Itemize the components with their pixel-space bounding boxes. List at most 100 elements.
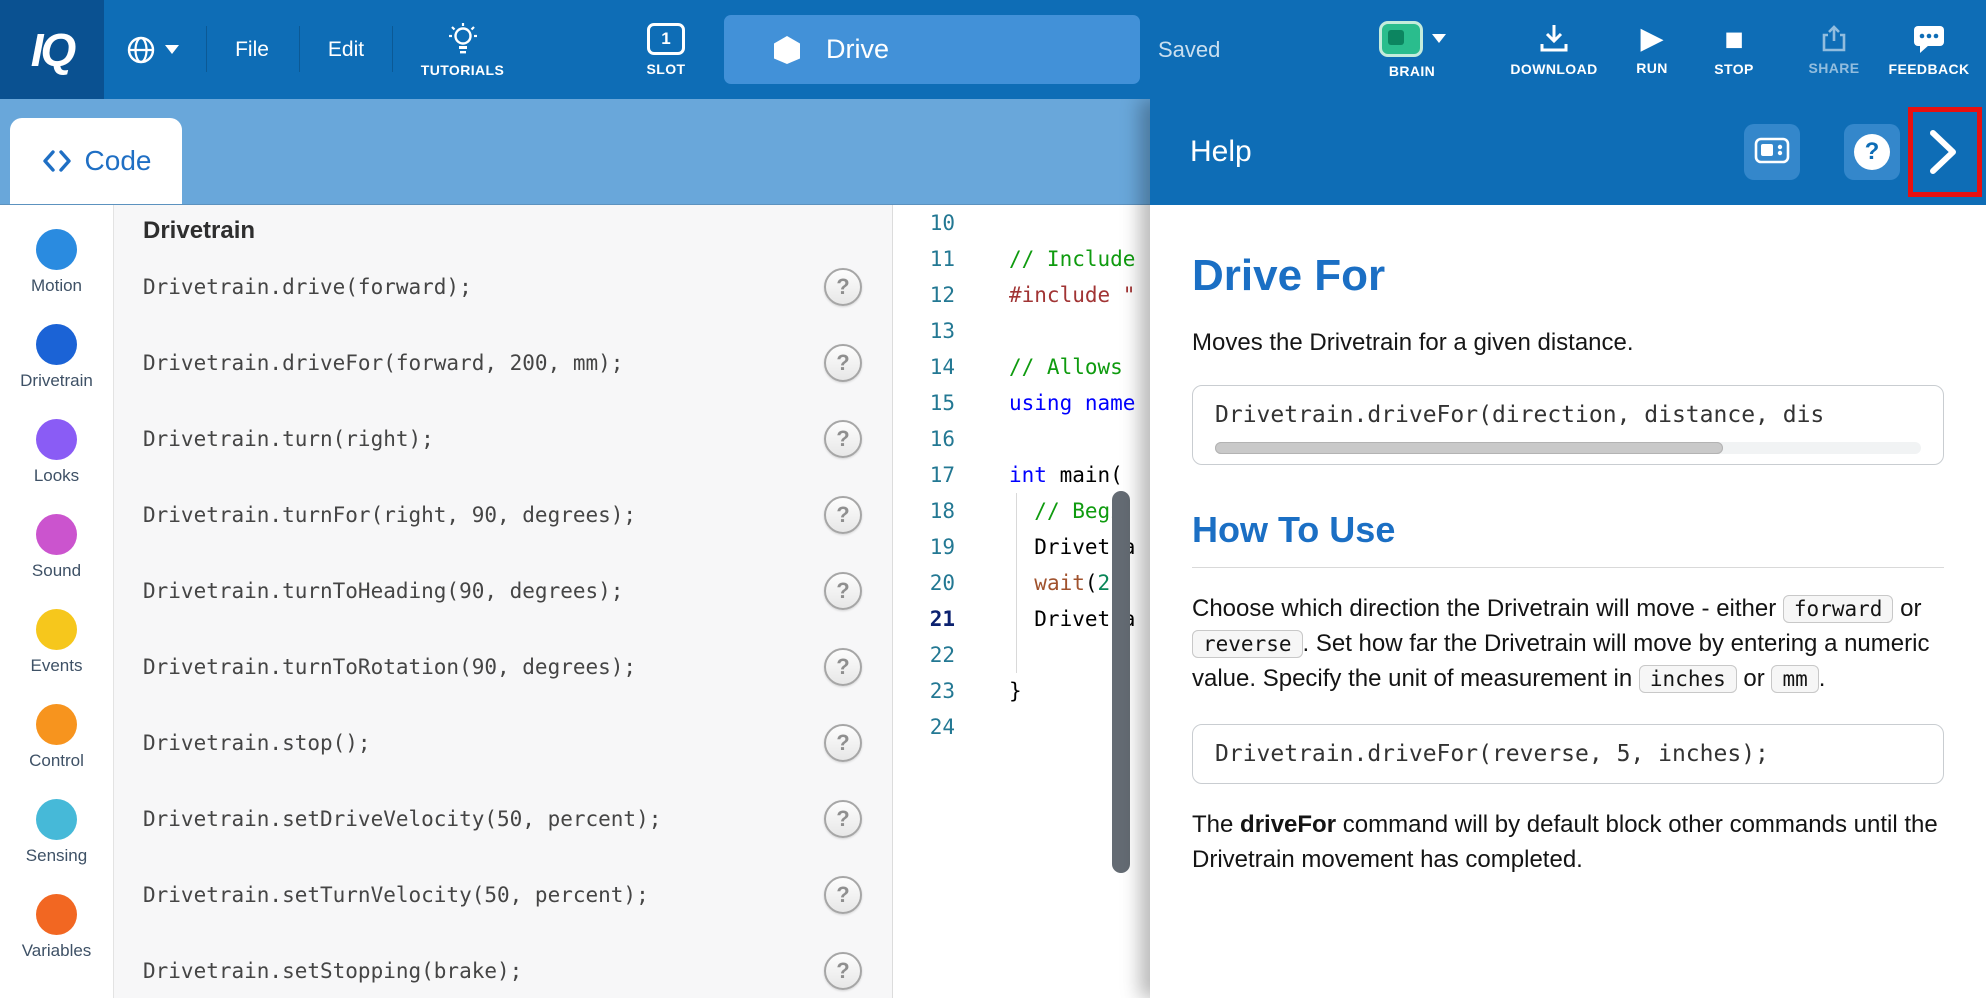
- toolbox-category[interactable]: Motion: [31, 229, 82, 296]
- toolbox-category[interactable]: Sensing: [26, 799, 87, 866]
- command-help-button[interactable]: ?: [824, 268, 862, 306]
- command-row[interactable]: Drivetrain.driveFor(forward, 200, mm); ?: [114, 325, 892, 401]
- category-color-icon[interactable]: [36, 609, 77, 650]
- command-help-button[interactable]: ?: [824, 952, 862, 990]
- command-text[interactable]: Drivetrain.driveFor(forward, 200, mm);: [143, 351, 623, 375]
- project-name: Drive: [826, 34, 889, 65]
- line-code: // Include: [955, 247, 1135, 271]
- slot-button[interactable]: 1 SLOT: [610, 0, 722, 99]
- line-code: // Begi: [955, 499, 1123, 523]
- stop-label: STOP: [1714, 61, 1753, 77]
- horizontal-scrollbar-track[interactable]: [1215, 442, 1921, 454]
- category-label: Control: [29, 751, 84, 771]
- category-label: Looks: [34, 466, 79, 486]
- editor-line: 16: [893, 421, 1150, 457]
- command-help-button[interactable]: ?: [824, 572, 862, 610]
- logo-text: IQ: [31, 23, 74, 77]
- slot-number-icon: 1: [647, 23, 685, 55]
- help-panel-title: Help: [1190, 135, 1700, 169]
- line-number: 16: [893, 427, 955, 451]
- editor-line: 17 int main(: [893, 457, 1150, 493]
- category-color-icon[interactable]: [36, 324, 77, 365]
- command-help-button[interactable]: ?: [824, 420, 862, 458]
- share-label: SHARE: [1808, 60, 1859, 76]
- hexagon-project-icon: [772, 34, 802, 66]
- command-text[interactable]: Drivetrain.drive(forward);: [143, 275, 472, 299]
- brain-screen-icon: [1753, 136, 1791, 168]
- command-row[interactable]: Drivetrain.setStopping(brake); ?: [114, 933, 892, 998]
- project-name-button[interactable]: Drive: [724, 15, 1140, 84]
- category-color-icon[interactable]: [36, 894, 77, 935]
- toolbox-category[interactable]: Drivetrain: [20, 324, 93, 391]
- command-help-button[interactable]: ?: [824, 496, 862, 534]
- category-color-icon[interactable]: [36, 799, 77, 840]
- how-to-use-heading: How To Use: [1192, 509, 1944, 551]
- line-code: using name: [955, 391, 1135, 415]
- category-color-icon[interactable]: [36, 419, 77, 460]
- command-row[interactable]: Drivetrain.turn(right); ?: [114, 401, 892, 477]
- command-help-button[interactable]: ?: [824, 724, 862, 762]
- run-button[interactable]: ▶ RUN: [1616, 0, 1688, 99]
- example-code-box: Drivetrain.driveFor(reverse, 5, inches);: [1192, 724, 1944, 784]
- line-number: 23: [893, 679, 955, 703]
- command-help-button[interactable]: ?: [824, 648, 862, 686]
- download-button[interactable]: DOWNLOAD: [1502, 0, 1606, 99]
- toolbar-divider: [206, 26, 207, 72]
- toolbox-category[interactable]: Looks: [34, 419, 79, 486]
- editor-line: 11 // Include: [893, 241, 1150, 277]
- command-row[interactable]: Drivetrain.setDriveVelocity(50, percent)…: [114, 781, 892, 857]
- feedback-button[interactable]: FEEDBACK: [1878, 0, 1980, 99]
- language-menu-button[interactable]: [114, 0, 190, 99]
- workspace-header-strip: Code: [0, 99, 1150, 205]
- command-text[interactable]: Drivetrain.turnToHeading(90, degrees);: [143, 579, 623, 603]
- bold-text: driveFor: [1240, 811, 1336, 838]
- toolbox-category[interactable]: Events: [31, 609, 83, 676]
- command-text[interactable]: Drivetrain.setStopping(brake);: [143, 959, 522, 983]
- command-row[interactable]: Drivetrain.drive(forward); ?: [114, 249, 892, 325]
- command-text[interactable]: Drivetrain.turn(right);: [143, 427, 434, 451]
- code-editor[interactable]: 10 11 // Include 12 #include " 13 14 // …: [893, 205, 1150, 998]
- command-row[interactable]: Drivetrain.stop(); ?: [114, 705, 892, 781]
- command-rows: Drivetrain.drive(forward); ? Drivetrain.…: [114, 249, 892, 998]
- command-text[interactable]: Drivetrain.setDriveVelocity(50, percent)…: [143, 807, 661, 831]
- help-info-button[interactable]: ?: [1844, 124, 1900, 180]
- tutorials-button[interactable]: TUTORIALS: [400, 0, 525, 99]
- category-color-icon[interactable]: [36, 514, 77, 555]
- line-code: }: [955, 679, 1022, 703]
- category-label: Sound: [32, 561, 81, 581]
- command-row[interactable]: Drivetrain.turnToHeading(90, degrees); ?: [114, 553, 892, 629]
- chevron-down-icon[interactable]: [1432, 34, 1446, 43]
- editor-line: 12 #include ": [893, 277, 1150, 313]
- editor-vertical-scrollbar[interactable]: [1112, 491, 1130, 873]
- command-row[interactable]: Drivetrain.turnFor(right, 90, degrees); …: [114, 477, 892, 553]
- line-code: // Allows: [955, 355, 1123, 379]
- slot-number: 1: [661, 29, 670, 49]
- collapse-help-button[interactable]: [1900, 99, 1986, 205]
- line-number: 11: [893, 247, 955, 271]
- share-button[interactable]: SHARE: [1796, 0, 1872, 99]
- stop-button[interactable]: ■ STOP: [1698, 0, 1770, 99]
- command-text[interactable]: Drivetrain.setTurnVelocity(50, percent);: [143, 883, 649, 907]
- command-text[interactable]: Drivetrain.turnToRotation(90, degrees);: [143, 655, 636, 679]
- toolbox-category[interactable]: Variables: [22, 894, 92, 961]
- toolbox-category[interactable]: Control: [29, 704, 84, 771]
- command-help-button[interactable]: ?: [824, 876, 862, 914]
- brain-preview-button[interactable]: [1744, 124, 1800, 180]
- command-row[interactable]: Drivetrain.turnToRotation(90, degrees); …: [114, 629, 892, 705]
- category-color-icon[interactable]: [36, 229, 77, 270]
- command-text[interactable]: Drivetrain.turnFor(right, 90, degrees);: [143, 503, 636, 527]
- command-text[interactable]: Drivetrain.stop();: [143, 731, 371, 755]
- brain-button[interactable]: BRAIN: [1356, 0, 1468, 99]
- edit-menu[interactable]: Edit: [310, 0, 382, 99]
- file-menu[interactable]: File: [216, 0, 288, 99]
- category-color-icon[interactable]: [36, 704, 77, 745]
- horizontal-scrollbar-thumb[interactable]: [1215, 442, 1723, 454]
- command-signature: Drivetrain.driveFor(direction, distance,…: [1215, 402, 1921, 428]
- command-help-button[interactable]: ?: [824, 344, 862, 382]
- tab-code[interactable]: Code: [10, 118, 182, 204]
- usage-paragraph: Choose which direction the Drivetrain wi…: [1192, 592, 1944, 696]
- command-help-button[interactable]: ?: [824, 800, 862, 838]
- toolbox-category[interactable]: Sound: [32, 514, 81, 581]
- command-row[interactable]: Drivetrain.setTurnVelocity(50, percent);…: [114, 857, 892, 933]
- download-label: DOWNLOAD: [1510, 61, 1597, 77]
